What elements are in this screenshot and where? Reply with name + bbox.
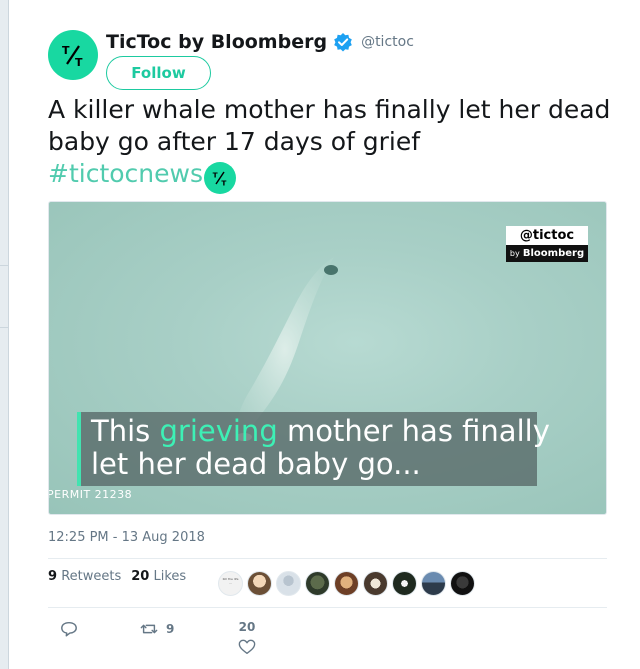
follow-button[interactable]: Follow <box>106 56 211 90</box>
liker-avatar[interactable] <box>363 571 388 596</box>
tictoc-logo-icon: T T <box>62 44 83 69</box>
divider <box>48 558 607 559</box>
liker-avatar[interactable] <box>392 571 417 596</box>
liker-avatar[interactable] <box>276 571 301 596</box>
svg-text:T: T <box>75 56 83 69</box>
svg-text:T: T <box>62 44 70 57</box>
liker-avatar[interactable] <box>305 571 330 596</box>
tweet-card: T T TicToc by Bloomberg @tictoc Follow A… <box>9 0 640 669</box>
watermark-brand: by Bloomberg <box>506 245 588 262</box>
caption-line-1: This grieving mother has finally <box>91 414 550 448</box>
liker-avatar[interactable] <box>421 571 446 596</box>
tweet-timestamp[interactable]: 12:25 PM - 13 Aug 2018 <box>48 530 205 545</box>
liker-avatar[interactable] <box>247 571 272 596</box>
tweet-actions: 9 20 <box>48 620 608 665</box>
likes-stat[interactable]: 20 Likes <box>131 569 186 584</box>
author-row: TicToc by Bloomberg @tictoc <box>106 31 414 53</box>
like-count: 20 <box>238 620 256 634</box>
avatar[interactable]: T T <box>48 30 98 80</box>
liker-avatar[interactable]: Kill the life ... <box>218 571 243 596</box>
liker-avatars: Kill the life ... <box>218 571 475 596</box>
reply-button[interactable] <box>60 620 78 638</box>
video-caption: This grieving mother has finally let her… <box>77 412 550 486</box>
liker-avatar[interactable] <box>334 571 359 596</box>
verified-badge-icon <box>333 32 353 52</box>
tweet-text: A killer whale mother has finally let he… <box>48 94 618 194</box>
reply-icon <box>61 621 77 637</box>
tweet-body: A killer whale mother has finally let he… <box>48 95 611 156</box>
heart-icon <box>238 639 256 654</box>
retweet-count: 9 <box>166 622 175 636</box>
retweet-icon <box>140 624 158 634</box>
liker-avatar[interactable] <box>450 571 475 596</box>
divider <box>48 607 607 608</box>
hashtag-link[interactable]: #tictocnews <box>48 159 203 188</box>
display-name[interactable]: TicToc by Bloomberg <box>106 31 327 53</box>
author-handle[interactable]: @tictoc <box>361 34 414 50</box>
tweet-stats: 9 Retweets 20 Likes <box>48 569 196 584</box>
retweets-stat[interactable]: 9 Retweets <box>48 569 121 584</box>
caption-line-2: let her dead baby go... <box>91 447 421 481</box>
svg-text:T: T <box>213 170 218 179</box>
video-media[interactable]: @tictoc by Bloomberg This grieving mothe… <box>48 201 607 515</box>
tictoc-emoji-icon: T T <box>203 162 236 194</box>
page-left-edge <box>0 0 9 669</box>
permit-text: PERMIT 21238 <box>48 488 133 501</box>
svg-text:T: T <box>221 178 226 187</box>
tictoc-watermark: @tictoc by Bloomberg <box>506 226 588 262</box>
like-button[interactable]: 20 <box>238 620 256 656</box>
retweet-button[interactable]: 9 <box>140 620 174 638</box>
watermark-handle: @tictoc <box>506 226 588 245</box>
